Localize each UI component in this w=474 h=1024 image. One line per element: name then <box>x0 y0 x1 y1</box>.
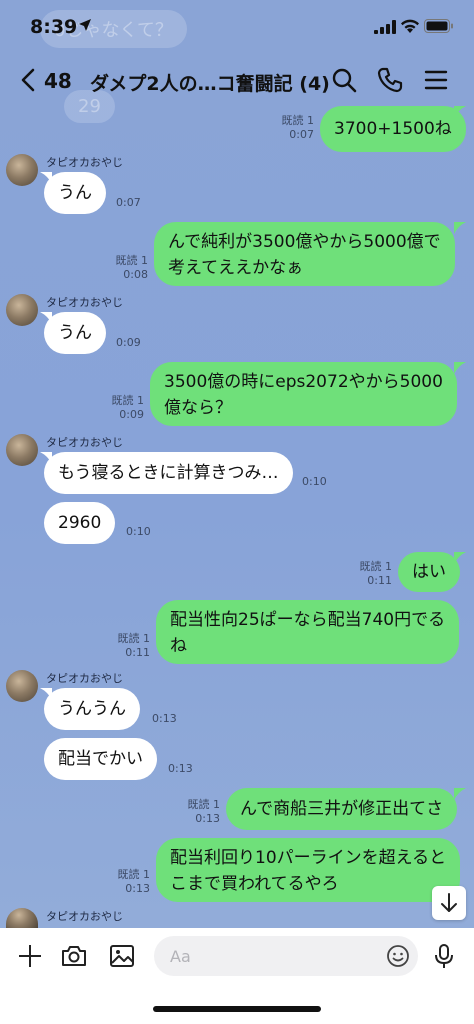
sender-name: タピオカおやじ <box>46 910 123 923</box>
message-time: 0:07 <box>289 128 314 141</box>
read-receipt: 既読 1 0:13 <box>176 798 221 826</box>
back-chevron-icon[interactable] <box>20 68 36 92</box>
avatar[interactable] <box>6 154 38 186</box>
bubble-tail <box>40 172 52 184</box>
message-text: 配当利回り10パーラインを超えると <box>170 848 447 868</box>
unread-count[interactable]: 48 <box>44 69 72 93</box>
their-message-bubble[interactable]: うんうん <box>44 688 140 730</box>
message-text: はい <box>412 562 446 582</box>
message-text: うんうん <box>58 699 126 719</box>
menu-icon[interactable] <box>422 66 450 94</box>
my-message-bubble[interactable]: 3500億の時にeps2072やから5000 億なら？ <box>150 362 457 426</box>
message-text: 配当性向25ぱーなら配当740円でる <box>170 610 446 630</box>
read-label: 既読 1 <box>117 632 151 645</box>
cellular-signal-icon <box>374 20 396 34</box>
read-label: 既読 1 <box>111 394 145 407</box>
location-arrow-icon <box>79 19 91 31</box>
chat-title[interactable]: ダメプ2人の…コ奮闘記 (4) <box>90 69 330 96</box>
message-time: 0:10 <box>126 525 151 538</box>
message-text: んで商船三井が修正出てさ <box>240 799 444 819</box>
their-message-bubble[interactable]: うん <box>44 312 106 354</box>
phone-icon[interactable] <box>376 66 404 94</box>
message-time: 0:07 <box>116 196 141 209</box>
image-icon[interactable] <box>108 942 136 970</box>
home-indicator[interactable] <box>153 1006 321 1012</box>
arrow-down-icon <box>441 893 457 912</box>
read-label: 既読 1 <box>187 798 221 811</box>
message-time: 0:13 <box>152 712 177 725</box>
sender-name: タピオカおやじ <box>46 296 123 309</box>
bubble-tail <box>454 362 466 374</box>
avatar[interactable] <box>6 294 38 326</box>
read-label: 既読 1 <box>359 560 393 573</box>
message-text: ね <box>170 636 187 656</box>
message-text: 考えてええかなぁ <box>168 258 304 278</box>
avatar[interactable] <box>6 434 38 466</box>
sender-name: タピオカおやじ <box>46 156 123 169</box>
avatar[interactable] <box>6 670 38 702</box>
bubble-tail <box>454 788 466 800</box>
sender-name: タピオカおやじ <box>46 672 123 685</box>
message-time: 0:09 <box>116 336 141 349</box>
message-time: 0:10 <box>302 475 327 488</box>
scroll-to-bottom-button[interactable] <box>432 886 466 920</box>
message-text: んで純利が3500億やから5000億で <box>168 232 441 252</box>
message-time: 0:13 <box>195 812 220 825</box>
message-text: 配当でかい <box>58 749 143 769</box>
message-text: うん <box>58 323 92 343</box>
message-text: こまで買われてるやろ <box>170 874 339 894</box>
message-text: 3500億の時にeps2072やから5000 <box>164 372 443 392</box>
read-receipt: 既読 1 0:08 <box>104 254 149 282</box>
camera-icon[interactable] <box>60 942 88 970</box>
bubble-tail <box>40 688 52 700</box>
my-message-bubble[interactable]: 3700+1500ね <box>320 106 466 152</box>
their-message-bubble[interactable]: 2960 <box>44 502 116 544</box>
read-receipt: 既読 1 0:07 <box>270 114 315 142</box>
read-label: 既読 1 <box>117 868 151 881</box>
search-icon[interactable] <box>330 66 358 94</box>
my-message-bubble[interactable]: んで純利が3500億やから5000億で 考えてええかなぁ <box>154 222 455 286</box>
status-time: 8:39 <box>30 16 78 38</box>
my-message-bubble[interactable]: 配当性向25ぱーなら配当740円でる ね <box>156 600 460 664</box>
bubble-tail <box>454 222 466 234</box>
read-label: 既読 1 <box>281 114 315 127</box>
message-time: 0:13 <box>125 882 150 895</box>
message-time: 0:11 <box>367 574 392 587</box>
message-time: 0:08 <box>123 268 148 281</box>
message-time: 0:09 <box>119 408 144 421</box>
bubble-tail <box>40 312 52 324</box>
bubble-tail <box>454 106 466 118</box>
chat-header: 48 ダメプ2人の…コ奮闘記 (4) <box>0 56 474 106</box>
emoji-icon[interactable] <box>386 944 410 968</box>
message-text-field[interactable] <box>170 944 370 968</box>
bubble-tail <box>454 552 466 564</box>
message-input[interactable] <box>154 936 418 976</box>
microphone-icon[interactable] <box>430 942 458 970</box>
their-message-bubble[interactable]: うん <box>44 172 106 214</box>
message-text: うん <box>58 183 92 203</box>
my-message-bubble[interactable]: 配当利回り10パーラインを超えると こまで買われてるやろ <box>156 838 461 902</box>
their-message-bubble[interactable]: もう寝るときに計算きつみ… <box>44 452 293 494</box>
battery-icon <box>424 19 453 33</box>
message-text: 億なら？ <box>164 398 232 418</box>
status-bar: 8:39 <box>0 0 474 56</box>
message-time: 0:11 <box>125 646 150 659</box>
message-text: 2960 <box>58 513 102 533</box>
message-text: 3700+1500ね <box>334 119 452 139</box>
message-text: もう寝るときに計算きつみ… <box>58 463 279 483</box>
sender-name: タピオカおやじ <box>46 436 123 449</box>
read-receipt: 既読 1 0:11 <box>350 560 393 588</box>
wifi-icon <box>401 19 419 33</box>
read-label: 既読 1 <box>115 254 149 267</box>
read-receipt: 既読 1 0:13 <box>106 868 151 896</box>
my-message-bubble[interactable]: んで商船三井が修正出てさ <box>226 788 458 830</box>
bubble-tail <box>40 452 52 464</box>
message-time: 0:13 <box>168 762 193 775</box>
my-message-bubble[interactable]: はい <box>398 552 460 592</box>
read-receipt: 既読 1 0:09 <box>100 394 145 422</box>
their-message-bubble[interactable]: 配当でかい <box>44 738 157 780</box>
read-receipt: 既読 1 0:11 <box>106 632 151 660</box>
plus-icon[interactable] <box>16 942 44 970</box>
